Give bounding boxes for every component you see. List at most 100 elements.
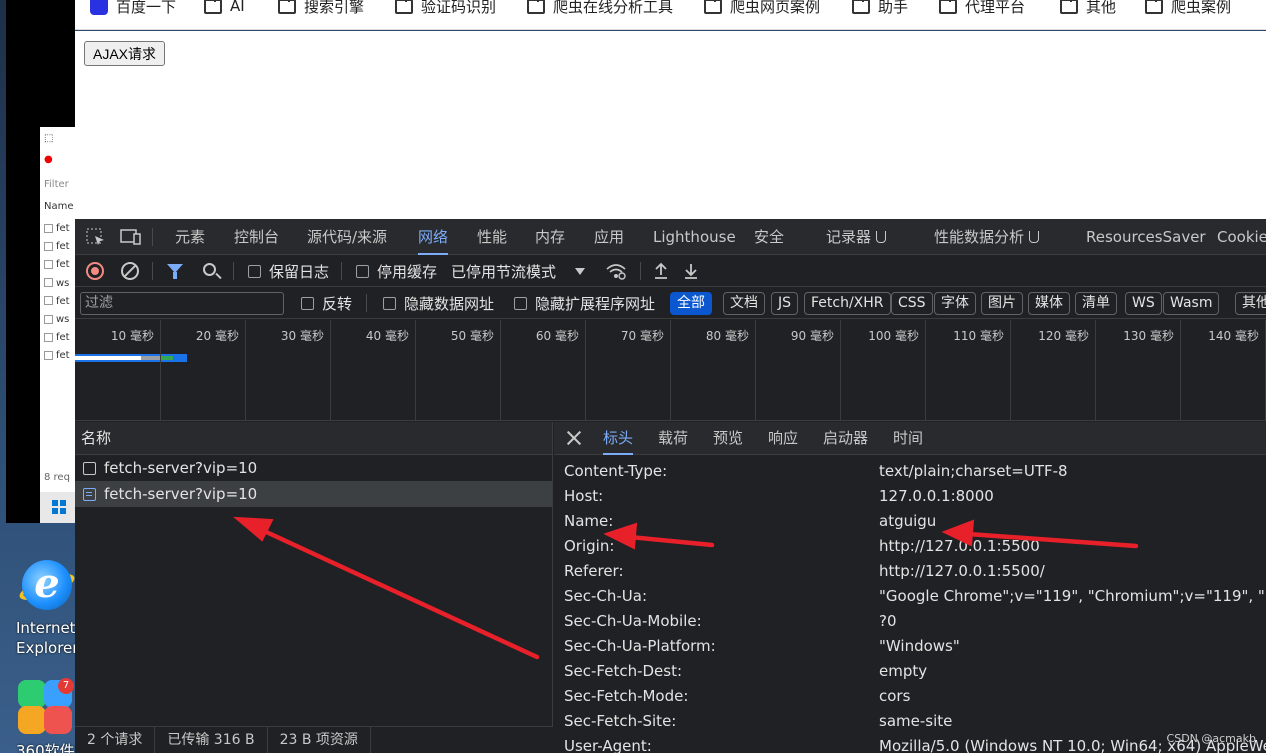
bookmark-item[interactable]: 百度一下 (90, 0, 176, 18)
export-har-icon[interactable] (683, 255, 699, 287)
filter-type-9[interactable]: WS (1125, 292, 1162, 315)
tab-2[interactable]: 源代码/来源 (307, 219, 387, 255)
bg-request-name: fet (56, 241, 70, 253)
windows-start-icon[interactable] (52, 500, 66, 514)
header-value[interactable]: http://127.0.0.1:5500/ (879, 559, 1045, 584)
checkbox-icon (44, 332, 53, 342)
device-toolbar-icon[interactable] (120, 228, 141, 246)
bookmark-item[interactable]: 其他 (1060, 0, 1116, 18)
name-column-header[interactable]: 名称 (75, 422, 552, 455)
filter-type-1[interactable]: 文档 (723, 292, 765, 315)
details-tab-0[interactable]: 标头 (603, 422, 634, 455)
request-row[interactable]: fetch-server?vip=10 (75, 455, 552, 481)
network-overview-timeline[interactable]: 10 毫秒 20 毫秒 30 毫秒 40 毫秒 50 毫秒 60 毫秒 70 毫秒 80 毫秒… (75, 320, 1266, 421)
timeline-tick-label: 130 毫秒 (1123, 329, 1174, 343)
header-name: Sec-Fetch-Site: (564, 712, 677, 730)
tab-3[interactable]: 网络 (418, 219, 449, 255)
invert-checkbox[interactable]: 反转 (301, 287, 352, 319)
bookmark-label: 爬虫网页案例 (730, 0, 821, 16)
search-icon[interactable] (203, 263, 216, 276)
import-har-icon[interactable] (653, 255, 669, 287)
baidu-icon (90, 0, 108, 15)
header-value[interactable]: "Windows" (879, 634, 960, 659)
windows-taskbar[interactable] (40, 492, 75, 523)
header-name: Host: (564, 487, 604, 505)
filter-type-11[interactable]: 其他 (1235, 292, 1266, 315)
filter-type-4[interactable]: CSS (891, 292, 933, 315)
tab-10[interactable]: 性能数据分析 (934, 219, 1040, 255)
hide-data-urls-checkbox[interactable]: 隐藏数据网址 (383, 287, 494, 319)
request-row[interactable]: fetch-server?vip=10 (75, 481, 552, 507)
tab-label: 安全 (754, 228, 785, 246)
details-tab-2[interactable]: 预览 (713, 422, 743, 455)
filter-type-7[interactable]: 媒体 (1028, 292, 1070, 315)
filter-input[interactable]: 过滤 (80, 292, 284, 315)
filter-type-2[interactable]: JS (771, 292, 799, 315)
bookmark-item[interactable]: 爬虫在线分析工具 (527, 0, 673, 18)
filter-type-3[interactable]: Fetch/XHR (804, 292, 891, 315)
software-manager-icon[interactable]: 7 (16, 678, 74, 736)
filter-type-10[interactable]: Wasm (1163, 292, 1220, 315)
bg-request-name: fet (56, 350, 70, 362)
request-count: 2 个请求 (75, 726, 156, 753)
bookmark-item[interactable]: 爬虫网页案例 (704, 0, 820, 18)
details-tab-4[interactable]: 启动器 (823, 422, 868, 455)
header-value[interactable]: same-site (879, 709, 952, 734)
tab-6[interactable]: 应用 (594, 219, 624, 255)
background-devtools-panel: ⬚ ● Filter Name fet fet fet ws fet ws fet fet 8… (40, 127, 75, 492)
tab-1[interactable]: 控制台 (234, 219, 279, 255)
header-value[interactable]: "Google Chrome";v="119", "Chromium";v="1… (879, 584, 1266, 609)
disable-cache-checkbox[interactable]: 停用缓存 (356, 255, 437, 287)
inspect-element-icon[interactable] (86, 228, 106, 246)
filter-type-6[interactable]: 图片 (981, 292, 1023, 315)
header-row: Sec-Ch-Ua: "Google Chrome";v="119", "Chro… (554, 584, 1266, 609)
bookmark-item[interactable]: 搜索引擎 (278, 0, 364, 18)
tab-8[interactable]: 安全 (754, 219, 784, 255)
tab-12[interactable]: Cookie- (1217, 219, 1266, 255)
timeline-tick-label: 10 毫秒 (110, 329, 154, 343)
header-value[interactable]: ?0 (879, 609, 897, 634)
network-conditions-icon[interactable] (605, 255, 627, 287)
chevron-down-icon[interactable] (575, 268, 585, 275)
header-value[interactable]: text/plain;charset=UTF-8 (879, 459, 1068, 484)
ajax-request-button[interactable]: AJAX请求 (84, 41, 166, 66)
details-tab-1[interactable]: 载荷 (658, 422, 688, 455)
web-page: AJAX请求 (75, 31, 1266, 219)
filter-type-8[interactable]: 清单 (1075, 292, 1117, 315)
header-value[interactable]: atguigu (879, 509, 936, 534)
clear-icon[interactable] (121, 262, 139, 280)
tab-7[interactable]: Lighthouse (653, 219, 736, 255)
tab-0[interactable]: 元素 (175, 219, 205, 255)
timeline-bar-4 (161, 356, 173, 360)
checkbox-icon (44, 314, 53, 324)
header-value[interactable]: 127.0.0.1:8000 (879, 484, 994, 509)
header-value[interactable]: http://127.0.0.1:5500 (879, 534, 1040, 559)
details-tab-3[interactable]: 响应 (768, 422, 798, 455)
filter-type-5[interactable]: 字体 (934, 292, 976, 315)
tab-9[interactable]: 记录器 (826, 219, 887, 255)
bookmark-item[interactable]: 验证码识别 (395, 0, 496, 18)
bookmark-item[interactable]: 助手 (852, 0, 908, 18)
preserve-log-checkbox[interactable]: 保留日志 (248, 255, 329, 287)
header-value[interactable]: cors (879, 684, 910, 709)
record-icon[interactable] (86, 262, 104, 280)
bookmark-item[interactable]: 爬虫案例 (1145, 0, 1231, 18)
tab-11[interactable]: ResourcesSaver (1086, 219, 1206, 255)
timeline-tick-label: 110 毫秒 (953, 329, 1004, 343)
internet-explorer-icon[interactable]: e (16, 560, 78, 612)
bookmark-item[interactable]: 代理平台 (939, 0, 1025, 18)
tab-5[interactable]: 内存 (535, 219, 565, 255)
header-value[interactable]: empty (879, 659, 927, 684)
hide-extension-urls-checkbox[interactable]: 隐藏扩展程序网址 (514, 287, 655, 319)
timeline-tick-label: 30 毫秒 (280, 329, 324, 343)
tab-4[interactable]: 性能 (477, 219, 507, 255)
folder-icon (1145, 0, 1163, 14)
bookmark-item[interactable]: AI (204, 0, 245, 18)
filter-type-0[interactable]: 全部 (670, 292, 712, 315)
filter-icon[interactable] (167, 264, 183, 279)
throttling-select[interactable]: 已停用节流模式 (451, 255, 556, 287)
document-icon (83, 487, 96, 501)
close-icon[interactable] (566, 430, 582, 446)
details-tab-5[interactable]: 时间 (893, 422, 923, 455)
bookmarks-bar: 百度一下 AI 搜索引擎 验证码识别 爬虫在线分析工具 爬虫网页案例 助手 代理平台 其他 爬虫案… (75, 0, 1266, 30)
